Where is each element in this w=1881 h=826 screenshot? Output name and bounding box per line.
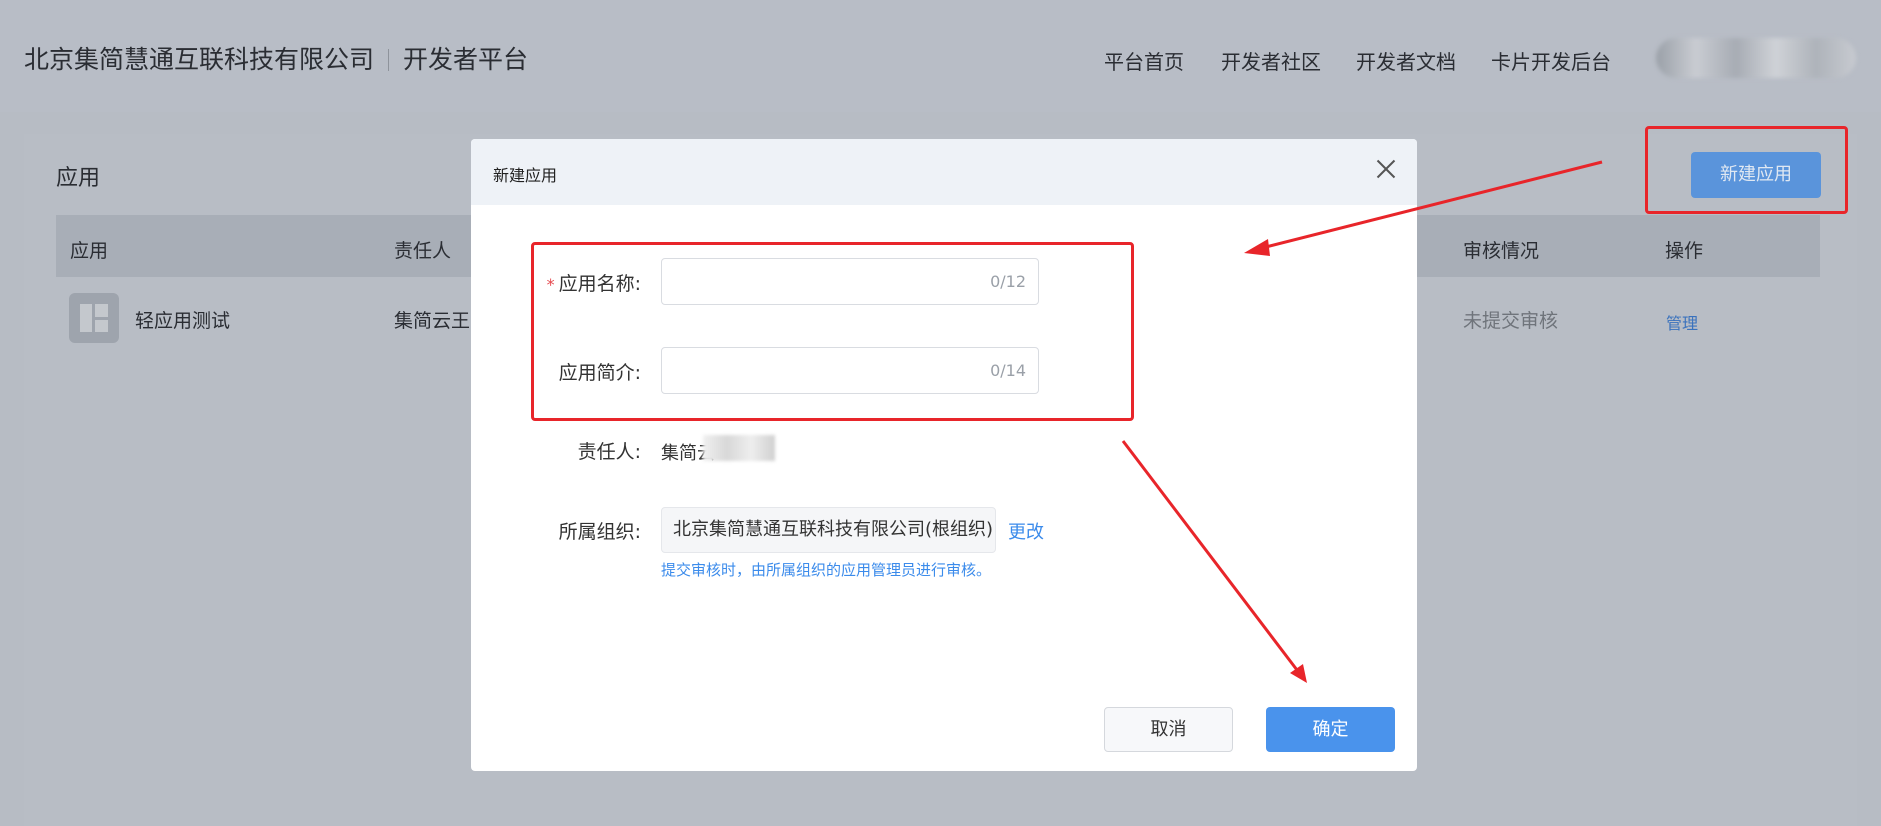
column-actions: 操作 (1665, 240, 1704, 262)
platform-name: 开发者平台 (403, 45, 529, 74)
column-app: 应用 (70, 240, 109, 262)
owner-redaction (703, 435, 775, 461)
manage-link[interactable]: 管理 (1666, 310, 1698, 334)
page-title: 应用 (56, 166, 101, 191)
brand[interactable]: 北京集简慧通互联科技有限公司 开发者平台 (24, 40, 528, 76)
dialog-header: 新建应用 (471, 139, 1417, 205)
top-header: 北京集简慧通互联科技有限公司 开发者平台 平台首页 开发者社区 开发者文档 卡片开… (0, 0, 1881, 112)
owner-label: 责任人: (577, 441, 641, 463)
app-icon-block (80, 304, 92, 332)
table-cell-app-name[interactable]: 轻应用测试 (135, 306, 230, 333)
cancel-button[interactable]: 取消 (1104, 707, 1233, 752)
company-name: 北京集简慧通互联科技有限公司 (24, 45, 375, 74)
app-icon-block (95, 320, 108, 332)
close-icon[interactable] (1371, 155, 1401, 185)
nav-community[interactable]: 开发者社区 (1221, 46, 1321, 75)
column-owner: 责任人 (394, 240, 452, 262)
annotation-box-new-app (1645, 126, 1848, 214)
table-cell-owner: 集简云王 (394, 310, 471, 332)
confirm-button[interactable]: 确定 (1266, 707, 1395, 752)
app-icon-block (95, 304, 108, 317)
user-avatar[interactable] (1656, 38, 1856, 78)
nav-docs[interactable]: 开发者文档 (1356, 46, 1456, 75)
column-review: 审核情况 (1463, 240, 1540, 262)
table-cell-review: 未提交审核 (1463, 310, 1559, 332)
annotation-box-form-fields (531, 242, 1134, 421)
nav-home[interactable]: 平台首页 (1104, 46, 1184, 75)
app-icon (69, 293, 119, 343)
change-org-link[interactable]: 更改 (1008, 518, 1044, 544)
new-app-dialog: 新建应用 * 应用名称: 0/12 应用简介: 0/14 责任人: 集简云 所属组… (471, 139, 1417, 771)
dialog-title: 新建应用 (493, 166, 558, 185)
brand-divider (388, 49, 390, 71)
org-label: 所属组织: (558, 521, 641, 543)
nav-card-console[interactable]: 卡片开发后台 (1491, 46, 1611, 75)
org-field: 北京集简慧通互联科技有限公司(根组织) (661, 507, 996, 553)
org-hint: 提交审核时，由所属组织的应用管理员进行审核。 (661, 561, 992, 579)
